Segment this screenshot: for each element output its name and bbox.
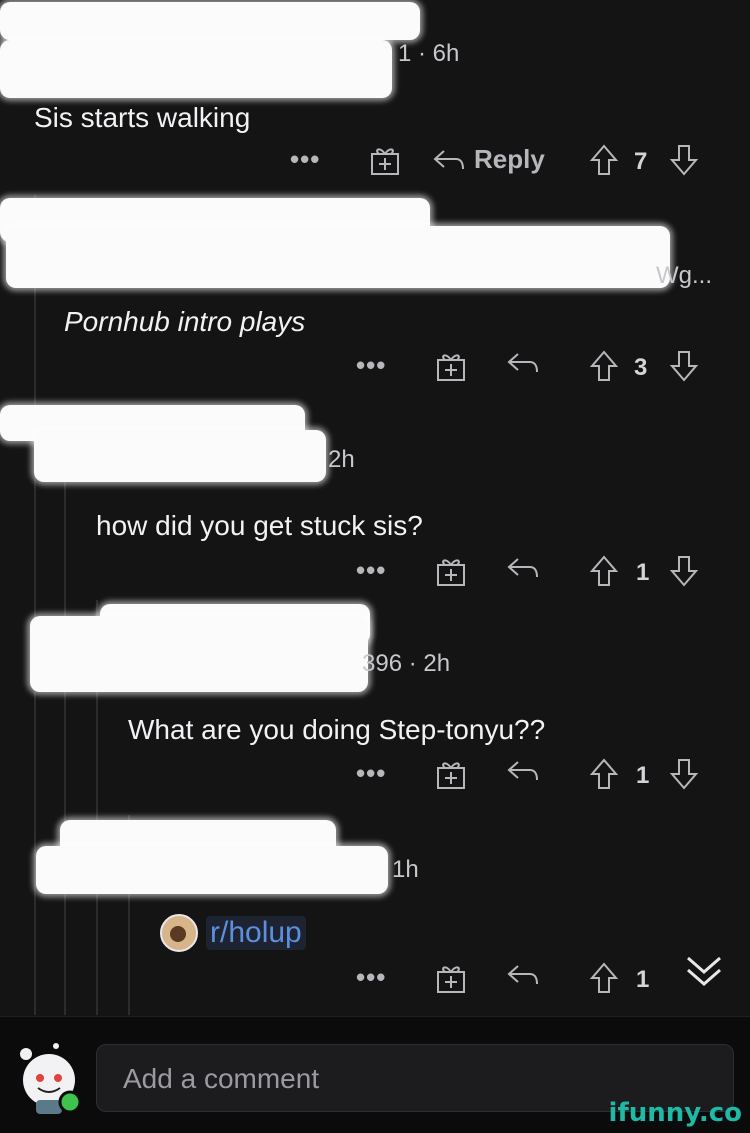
comment-timestamp: 1h xyxy=(392,856,419,883)
comment-text: Sis starts walking xyxy=(34,102,251,133)
comment-text: What are you doing Step-tonyu?? xyxy=(128,714,546,745)
redacted-username xyxy=(6,226,670,288)
downvote-arrow-icon xyxy=(670,556,698,587)
award-button[interactable] xyxy=(436,758,466,790)
reply-arrow-icon xyxy=(507,353,538,373)
reply-label: Reply xyxy=(474,144,545,174)
gift-icon xyxy=(437,966,465,993)
watermark-logo: ifunny.co xyxy=(608,1098,742,1128)
reply-button[interactable]: Reply xyxy=(432,144,545,175)
gift-icon xyxy=(437,354,465,381)
redacted-username xyxy=(0,40,392,98)
upvote-arrow-icon xyxy=(590,555,618,586)
comment-actions: ••• Reply 7 xyxy=(0,144,750,184)
comment-actions: ••• 1 xyxy=(0,962,750,1002)
gift-icon xyxy=(371,148,399,175)
more-dots-icon: ••• xyxy=(290,144,321,174)
redacted-username xyxy=(0,2,420,40)
upvote-button[interactable] xyxy=(590,350,618,382)
downvote-arrow-icon xyxy=(670,145,698,176)
reply-button[interactable] xyxy=(506,350,540,376)
award-button[interactable] xyxy=(436,350,466,382)
thread-line xyxy=(34,195,36,1015)
downvote-button[interactable] xyxy=(670,758,698,790)
downvote-arrow-icon xyxy=(670,351,698,382)
reply-arrow-icon xyxy=(507,761,538,781)
comment-actions: ••• 1 xyxy=(0,555,750,595)
upvote-arrow-icon xyxy=(590,758,618,789)
more-dots-icon: ••• xyxy=(356,555,387,585)
thread-line xyxy=(64,405,66,1015)
more-button[interactable]: ••• xyxy=(356,350,386,381)
comment-timestamp: Wg... xyxy=(656,262,713,289)
upvote-button[interactable] xyxy=(590,758,618,790)
redacted-username xyxy=(30,616,368,692)
downvote-button[interactable] xyxy=(670,350,698,382)
comment-timestamp: 396 · 2h xyxy=(362,650,451,677)
comment-timestamp: 1 · 6h xyxy=(398,40,460,67)
more-dots-icon: ••• xyxy=(356,758,387,788)
redacted-username xyxy=(36,846,388,894)
reply-arrow-icon xyxy=(507,558,538,578)
vote-count: 3 xyxy=(634,354,648,381)
vote-count: 1 xyxy=(636,559,650,586)
comment-text: how did you get stuck sis? xyxy=(96,510,423,541)
subreddit-link-text[interactable]: r/holup xyxy=(206,916,306,950)
upvote-arrow-icon xyxy=(590,350,618,381)
more-button[interactable]: ••• xyxy=(290,144,320,175)
upvote-button[interactable] xyxy=(590,555,618,587)
award-button[interactable] xyxy=(436,555,466,587)
vote-count: 1 xyxy=(636,966,650,993)
vote-count: 7 xyxy=(634,148,648,175)
upvote-button[interactable] xyxy=(590,962,618,994)
more-button[interactable]: ••• xyxy=(356,555,386,586)
reply-arrow-icon xyxy=(433,149,464,169)
award-button[interactable] xyxy=(436,962,466,994)
subreddit-avatar xyxy=(160,914,198,952)
comment-actions: ••• 3 xyxy=(0,350,750,390)
snoo-avatar-icon xyxy=(20,1043,82,1114)
reply-button[interactable] xyxy=(506,962,540,988)
add-comment-placeholder: Add a comment xyxy=(123,1063,320,1094)
more-dots-icon: ••• xyxy=(356,962,387,992)
reply-arrow-icon xyxy=(507,965,538,985)
upvote-button[interactable] xyxy=(590,144,618,176)
downvote-arrow-icon xyxy=(670,759,698,790)
more-dots-icon: ••• xyxy=(356,350,387,380)
collapse-chevron-icon[interactable] xyxy=(684,954,724,995)
comment-timestamp: 2h xyxy=(328,446,355,473)
reply-button[interactable] xyxy=(506,555,540,581)
more-button[interactable]: ••• xyxy=(356,758,386,789)
reply-button[interactable] xyxy=(506,758,540,784)
subreddit-link[interactable]: r/holup xyxy=(160,914,306,952)
more-button[interactable]: ••• xyxy=(356,962,386,993)
comment-text: Pornhub intro plays xyxy=(64,306,306,337)
user-avatar[interactable] xyxy=(16,1040,82,1116)
upvote-arrow-icon xyxy=(590,144,618,175)
comment-actions: ••• 1 xyxy=(0,758,750,798)
redacted-username xyxy=(34,430,326,482)
gift-icon xyxy=(437,762,465,789)
downvote-button[interactable] xyxy=(670,144,698,176)
vote-count: 1 xyxy=(636,762,650,789)
downvote-button[interactable] xyxy=(670,555,698,587)
award-button[interactable] xyxy=(370,144,400,176)
gift-icon xyxy=(437,559,465,586)
upvote-arrow-icon xyxy=(590,962,618,993)
